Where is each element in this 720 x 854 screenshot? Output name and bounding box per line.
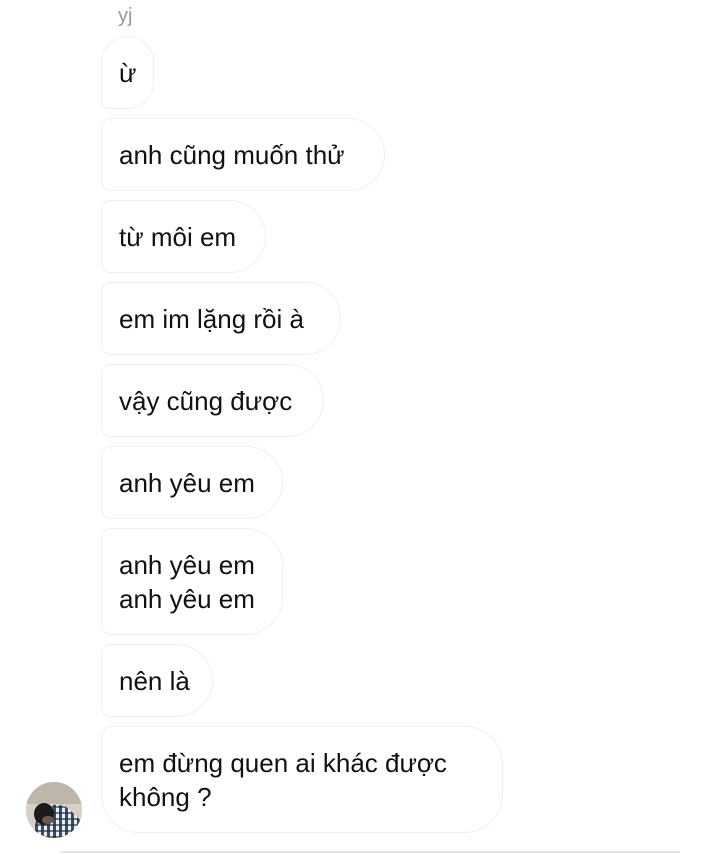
sender-name: yj	[118, 5, 133, 27]
message-text-line: anh yêu em	[119, 583, 255, 614]
message-bubble[interactable]: anh yêu em anh yêu em	[101, 528, 283, 635]
message-bubble[interactable]: nên là	[101, 644, 213, 717]
message-bubble[interactable]: vậy cũng được	[101, 364, 324, 437]
message-text: vậy cũng được	[119, 385, 293, 416]
message-text: từ môi em	[119, 221, 237, 252]
avatar[interactable]	[26, 782, 82, 838]
message-text-line: em đừng quen ai khác được	[119, 747, 447, 778]
message-text: em im lặng rồi à	[119, 303, 304, 334]
message-text-line: không ?	[119, 781, 212, 812]
message-bubble[interactable]: từ môi em	[101, 200, 266, 273]
message-text: anh yêu em	[119, 467, 255, 498]
message-text: anh cũng muốn thử	[119, 139, 345, 170]
divider	[60, 851, 680, 853]
message-text-line: anh yêu em	[119, 549, 255, 580]
user-avatar-photo-icon	[26, 782, 82, 838]
message-bubble[interactable]: anh yêu em	[101, 446, 283, 519]
message-text: ừ	[119, 57, 137, 88]
message-bubble[interactable]: anh cũng muốn thử	[101, 118, 385, 191]
message-bubble[interactable]: ừ	[101, 36, 154, 109]
message-text: nên là	[119, 665, 190, 696]
message-bubble[interactable]: em im lặng rồi à	[101, 282, 341, 355]
message-bubble[interactable]: em đừng quen ai khác được không ?	[101, 726, 503, 833]
